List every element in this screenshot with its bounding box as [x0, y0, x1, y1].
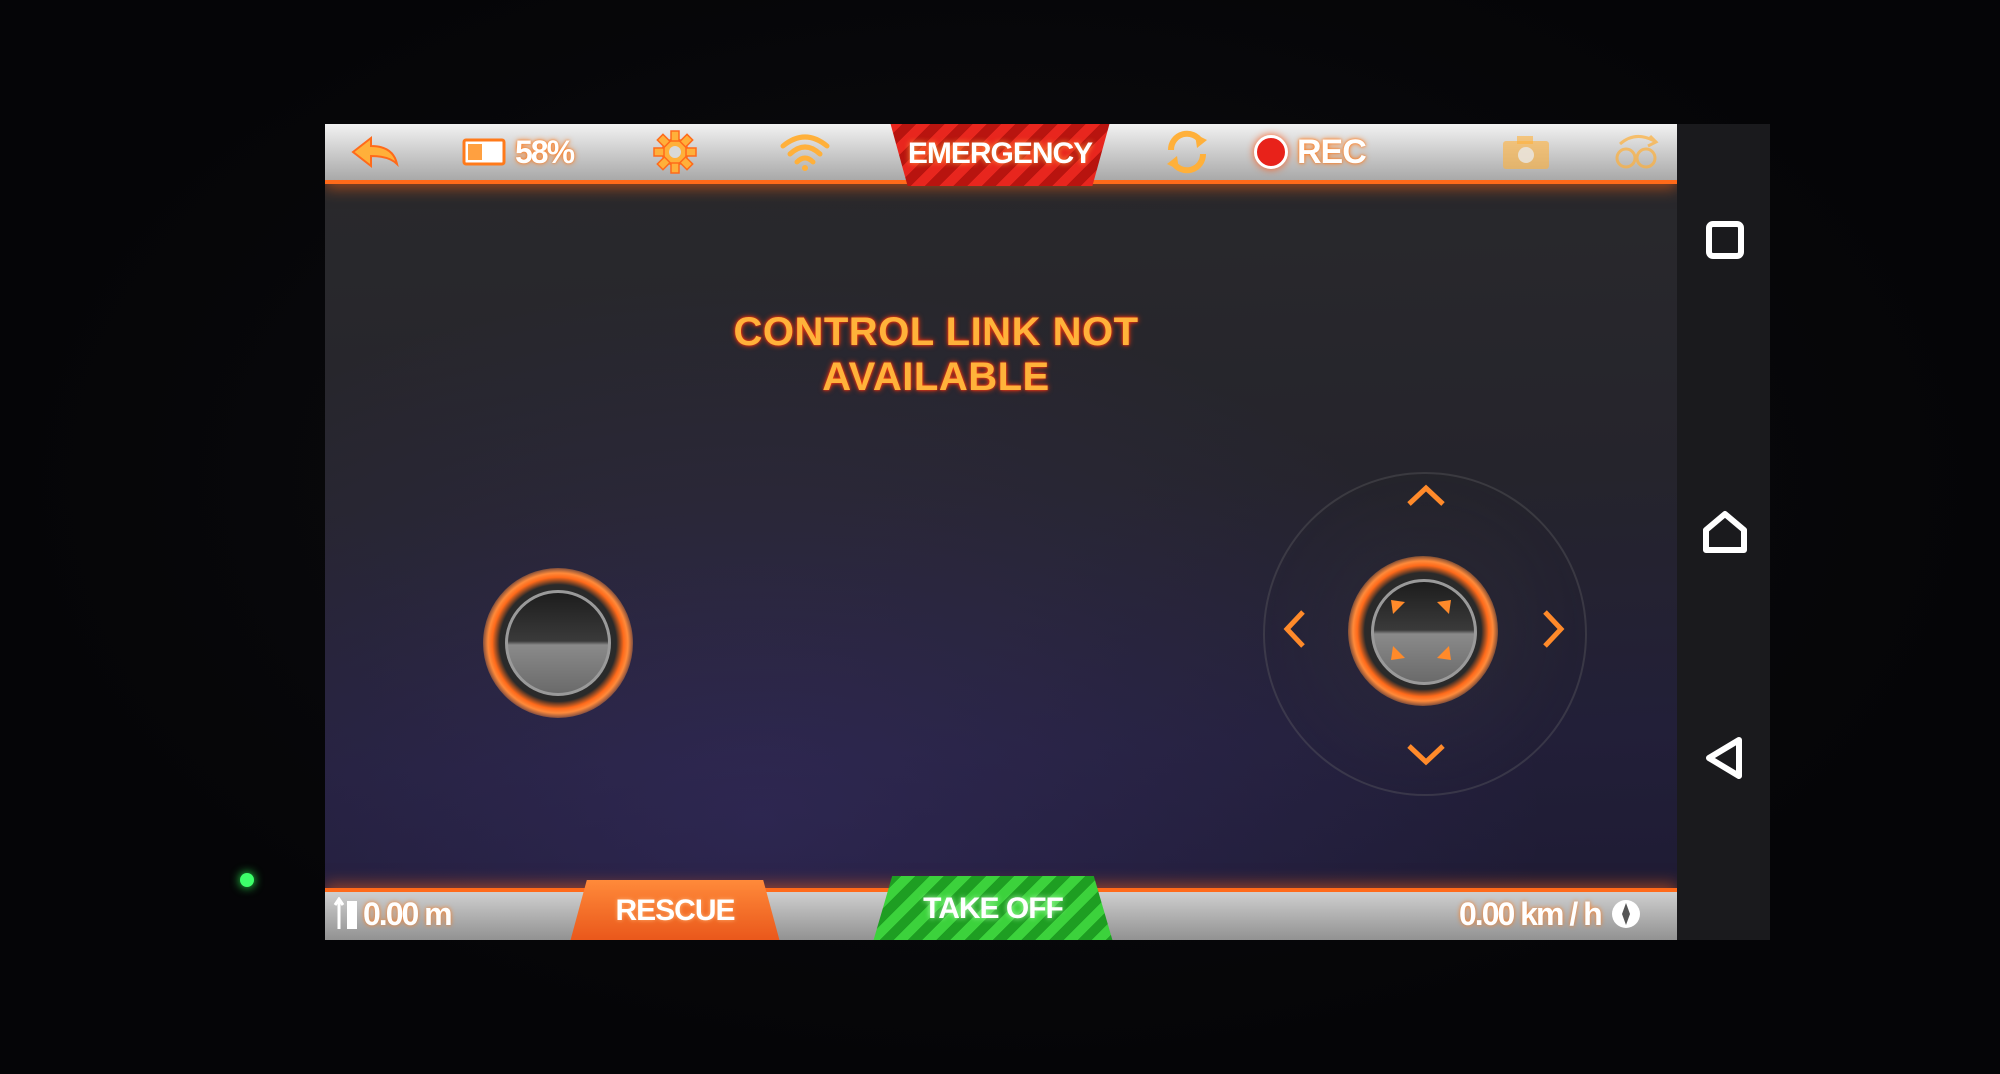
system-nav-bar: [1677, 124, 1770, 940]
back-triangle-icon[interactable]: [1703, 736, 1747, 780]
gesture-icon[interactable]: [1607, 124, 1667, 180]
recents-icon[interactable]: [1705, 220, 1745, 260]
gear-icon[interactable]: [647, 124, 703, 180]
status-led: [240, 873, 254, 887]
battery-icon: [460, 124, 510, 180]
right-joystick-arrows: [1391, 600, 1451, 660]
rescue-button[interactable]: RESCUE: [570, 880, 780, 940]
rotate-icon[interactable]: [1159, 124, 1215, 180]
wifi-icon[interactable]: [777, 124, 833, 180]
app-screen: 58% REC EMERGENCY CONTROL LINK NOT AVAIL…: [325, 124, 1770, 940]
chevron-right-icon: [1541, 608, 1567, 655]
home-icon[interactable]: [1701, 510, 1749, 554]
control-link-warning: CONTROL LINK NOT AVAILABLE: [733, 310, 1139, 399]
chevron-up-icon: [1405, 482, 1447, 513]
left-joystick-knob[interactable]: [505, 590, 611, 696]
takeoff-button[interactable]: TAKE OFF: [873, 876, 1113, 940]
altitude-readout: 0.00 m: [333, 888, 453, 940]
speed-value: 0.00 km / h: [1459, 895, 1603, 932]
chevron-left-icon: [1281, 608, 1307, 655]
speed-readout: 0.00 km / h: [1459, 888, 1643, 940]
record-dot-icon[interactable]: [1253, 124, 1289, 180]
background-vignette: [325, 124, 1770, 940]
camera-icon[interactable]: [1497, 124, 1555, 180]
emergency-button[interactable]: EMERGENCY: [890, 124, 1110, 186]
battery-percent: 58%: [515, 133, 575, 170]
compass-icon: [1611, 900, 1640, 928]
altitude-value: 0.00 m: [363, 895, 453, 932]
chevron-down-icon: [1405, 742, 1447, 773]
altitude-icon: [333, 897, 357, 929]
back-arrow-icon[interactable]: [345, 124, 405, 180]
rec-label[interactable]: REC: [1297, 124, 1367, 180]
